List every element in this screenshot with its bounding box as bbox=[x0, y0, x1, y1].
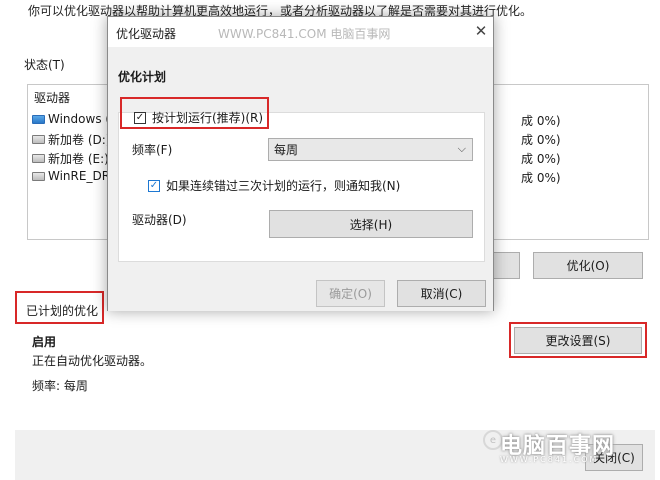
scheduled-optimization-title: 已计划的优化 bbox=[26, 304, 99, 318]
optimize-drives-dialog: 优化驱动器 WWW.PC841.COM 电脑百事网 ✕ 优化计划 ✓ 按计划运行… bbox=[107, 16, 494, 311]
drive-icon bbox=[32, 154, 45, 163]
drive-icon bbox=[32, 135, 45, 144]
frequency-select[interactable]: 每周 ⌵ bbox=[268, 138, 473, 161]
frequency-value: 每周 bbox=[274, 143, 299, 157]
run-on-schedule-checkbox[interactable]: ✓ 按计划运行(推荐)(R) bbox=[134, 109, 263, 126]
optimize-button[interactable]: 优化(O) bbox=[533, 252, 643, 279]
dialog-title: 优化驱动器 bbox=[116, 27, 177, 41]
frequency-label: 频率(F) bbox=[132, 143, 173, 157]
schedule-heading: 优化计划 bbox=[118, 70, 167, 84]
dialog-watermark: WWW.PC841.COM 电脑百事网 bbox=[218, 27, 391, 41]
list-item[interactable]: Windows (C bbox=[32, 112, 118, 126]
watermark-url: WWW.PC841.COM bbox=[500, 455, 599, 464]
notify-checkbox[interactable]: ✓ 如果连续错过三次计划的运行，则通知我(N) bbox=[148, 177, 400, 194]
run-on-schedule-label: 按计划运行(推荐)(R) bbox=[152, 111, 264, 125]
change-settings-button[interactable]: 更改设置(S) bbox=[514, 327, 642, 354]
drive-icon bbox=[32, 171, 45, 181]
enabled-label: 启用 bbox=[32, 335, 57, 349]
drive-status: 成 0%) bbox=[521, 133, 561, 147]
close-icon[interactable]: ✕ bbox=[472, 21, 490, 41]
list-item[interactable]: 新加卷 (D:) bbox=[32, 131, 110, 148]
choose-drives-button[interactable]: 选择(H) bbox=[269, 210, 473, 238]
drive-name: 新加卷 (D:) bbox=[48, 133, 111, 147]
drive-column-header[interactable]: 驱动器 bbox=[34, 89, 70, 106]
ok-button[interactable]: 确定(O) bbox=[316, 280, 385, 307]
cancel-button[interactable]: 取消(C) bbox=[397, 280, 486, 307]
status-label: 状态(T) bbox=[24, 58, 65, 72]
chevron-down-icon: ⌵ bbox=[457, 142, 466, 155]
drive-status: 成 0%) bbox=[521, 152, 561, 166]
dialog-titlebar[interactable]: 优化驱动器 WWW.PC841.COM 电脑百事网 ✕ bbox=[108, 17, 493, 47]
drive-status: 成 0%) bbox=[521, 114, 561, 128]
list-item[interactable]: 新加卷 (E:) bbox=[32, 150, 109, 167]
windows-drive-icon bbox=[32, 114, 45, 124]
notify-label: 如果连续错过三次计划的运行，则通知我(N) bbox=[166, 179, 401, 193]
drives-label: 驱动器(D) bbox=[132, 213, 187, 227]
frequency-text: 频率: 每周 bbox=[32, 379, 88, 393]
list-item[interactable]: WinRE_DRV bbox=[32, 169, 118, 183]
auto-optimize-text: 正在自动优化驱动器。 bbox=[32, 354, 153, 368]
drive-name: 新加卷 (E:) bbox=[48, 152, 109, 166]
drive-status: 成 0%) bbox=[521, 171, 561, 185]
checkbox-checked-icon[interactable]: ✓ bbox=[148, 179, 160, 192]
checkbox-checked-icon[interactable]: ✓ bbox=[134, 111, 146, 124]
